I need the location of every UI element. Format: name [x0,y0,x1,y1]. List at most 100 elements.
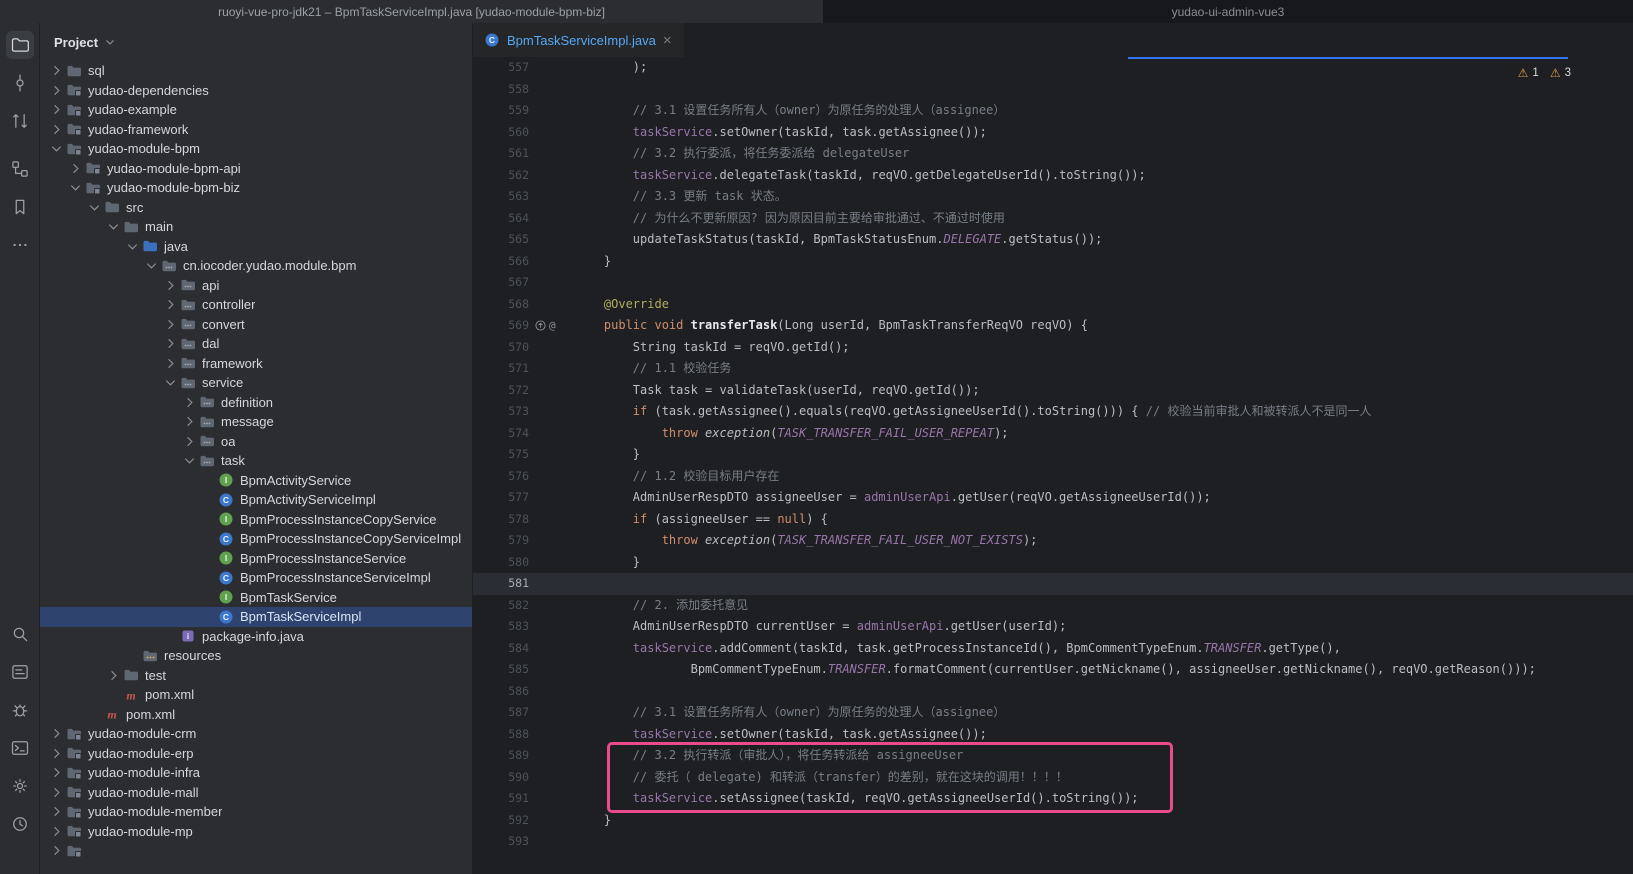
inspections-widget[interactable]: ⚠1 ⚠3 [1518,66,1571,80]
line-number[interactable]: 579 [473,530,529,552]
chevron-down-icon[interactable] [105,218,122,235]
services-icon[interactable] [6,772,34,800]
code-line[interactable]: 561 // 3.2 执行委派，将任务委派给 delegateUser [473,143,1633,165]
code-line[interactable]: 592 } [473,810,1633,832]
chevron-down-icon[interactable] [181,452,198,469]
line-number[interactable]: 587 [473,702,529,724]
tree-item[interactable]: yudao-module-bpm [40,139,472,159]
chevron-right-icon[interactable] [162,277,179,294]
line-number[interactable]: 592 [473,810,529,832]
code-line[interactable]: 562 taskService.delegateTask(taskId, req… [473,165,1633,187]
tree-item[interactable]: message [40,412,472,432]
line-number[interactable]: 574 [473,423,529,445]
code-line[interactable]: 573 if (task.getAssignee().equals(reqVO.… [473,401,1633,423]
code-line[interactable]: 575 } [473,444,1633,466]
tree-item[interactable]: yudao-example [40,100,472,120]
code-line[interactable]: 558 [473,79,1633,101]
chevron-right-icon[interactable] [162,296,179,313]
tree-item[interactable]: test [40,666,472,686]
line-number[interactable]: 559 [473,100,529,122]
line-number[interactable]: 565 [473,229,529,251]
line-number[interactable]: 580 [473,552,529,574]
code-line[interactable]: 560 taskService.setOwner(taskId, task.ge… [473,122,1633,144]
line-number[interactable]: 575 [473,444,529,466]
project-panel-header[interactable]: Project [40,23,472,61]
code-line[interactable]: 565 updateTaskStatus(taskId, BpmTaskStat… [473,229,1633,251]
front-window-titlebar[interactable]: ruoyi-vue-pro-jdk21 – BpmTaskServiceImpl… [0,0,823,23]
tree-item[interactable]: dal [40,334,472,354]
line-number[interactable]: 563 [473,186,529,208]
chevron-right-icon[interactable] [48,803,65,820]
tree-item[interactable]: yudao-module-mall [40,783,472,803]
tree-item[interactable]: controller [40,295,472,315]
line-number[interactable]: 564 [473,208,529,230]
tree-item[interactable]: yudao-module-bpm-biz [40,178,472,198]
inspection-item[interactable]: ⚠1 [1518,66,1539,80]
chevron-down-icon[interactable] [162,374,179,391]
line-number[interactable]: 582 [473,595,529,617]
code-line[interactable]: 564 // 为什么不更新原因? 因为原因目前主要给审批通过、不通过时使用 [473,208,1633,230]
tree-item[interactable]: CBpmActivityServiceImpl [40,490,472,510]
tree-item[interactable]: sql [40,61,472,81]
tree-item[interactable]: yudao-module-member [40,802,472,822]
line-number[interactable]: 576 [473,466,529,488]
line-number[interactable]: 590 [473,767,529,789]
chevron-down-icon[interactable] [86,199,103,216]
code-line[interactable]: 572 Task task = validateTask(userId, req… [473,380,1633,402]
chevron-right-icon[interactable] [48,745,65,762]
line-number[interactable]: 584 [473,638,529,660]
line-number[interactable]: 572 [473,380,529,402]
code-area[interactable]: ⚠1 ⚠3 557 );558559 // 3.1 设置任务所有人（owner）为… [473,57,1633,874]
line-number[interactable]: 562 [473,165,529,187]
chevron-right-icon[interactable] [48,725,65,742]
chevron-right-icon[interactable] [181,433,198,450]
tree-item[interactable]: framework [40,354,472,374]
line-number[interactable]: 573 [473,401,529,423]
background-window-titlebar[interactable]: yudao-ui-admin-vue3 [823,0,1633,23]
code-line[interactable]: 584 taskService.addComment(taskId, task.… [473,638,1633,660]
code-line[interactable]: 559 // 3.1 设置任务所有人（owner）为原任务的处理人（assign… [473,100,1633,122]
inspection-item[interactable]: ⚠3 [1550,66,1571,80]
code-line[interactable]: 557 ); [473,57,1633,79]
line-number[interactable]: 566 [473,251,529,273]
tree-item[interactable]: yudao-module-infra [40,763,472,783]
chevron-down-icon[interactable] [124,238,141,255]
chevron-down-icon[interactable] [48,140,65,157]
tree-item[interactable]: yudao-module-crm [40,724,472,744]
chevron-down-icon[interactable] [67,179,84,196]
chevron-right-icon[interactable] [162,316,179,333]
tree-item[interactable]: IBpmProcessInstanceCopyService [40,510,472,530]
code-line[interactable]: 576 // 1.2 校验目标用户存在 [473,466,1633,488]
code-line[interactable]: 585 BpmCommentTypeEnum.TRANSFER.formatCo… [473,659,1633,681]
commit-icon[interactable] [6,69,34,97]
pull-requests-icon[interactable] [6,107,34,135]
tree-item[interactable]: definition [40,393,472,413]
code-line[interactable]: 588 taskService.setOwner(taskId, task.ge… [473,724,1633,746]
code-line[interactable]: 574 throw exception(TASK_TRANSFER_FAIL_U… [473,423,1633,445]
code-line[interactable]: 581 [473,573,1633,595]
code-line[interactable]: 567 [473,272,1633,294]
tree-item[interactable]: IBpmTaskService [40,588,472,608]
line-number[interactable]: 568 [473,294,529,316]
chevron-right-icon[interactable] [181,413,198,430]
chevron-right-icon[interactable] [48,82,65,99]
code-line[interactable]: 580 } [473,552,1633,574]
line-number[interactable]: 581 [473,573,529,595]
line-number[interactable]: 583 [473,616,529,638]
chevron-right-icon[interactable] [48,784,65,801]
profiler-icon[interactable] [6,810,34,838]
tree-item[interactable]: yudao-module-mp [40,822,472,842]
line-number[interactable]: 560 [473,122,529,144]
chevron-right-icon[interactable] [162,355,179,372]
tree-item-selected[interactable]: CBpmTaskServiceImpl [40,607,472,627]
line-number[interactable]: 589 [473,745,529,767]
tree-item[interactable]: yudao-framework [40,120,472,140]
line-number[interactable]: 569 [473,315,529,337]
tree-item[interactable] [40,841,472,861]
tree-item[interactable]: yudao-dependencies [40,81,472,101]
code-line[interactable]: 593 [473,831,1633,853]
more-tools-icon[interactable] [6,231,34,259]
tree-item[interactable]: IBpmActivityService [40,471,472,491]
problems-icon[interactable] [6,696,34,724]
chevron-right-icon[interactable] [67,160,84,177]
